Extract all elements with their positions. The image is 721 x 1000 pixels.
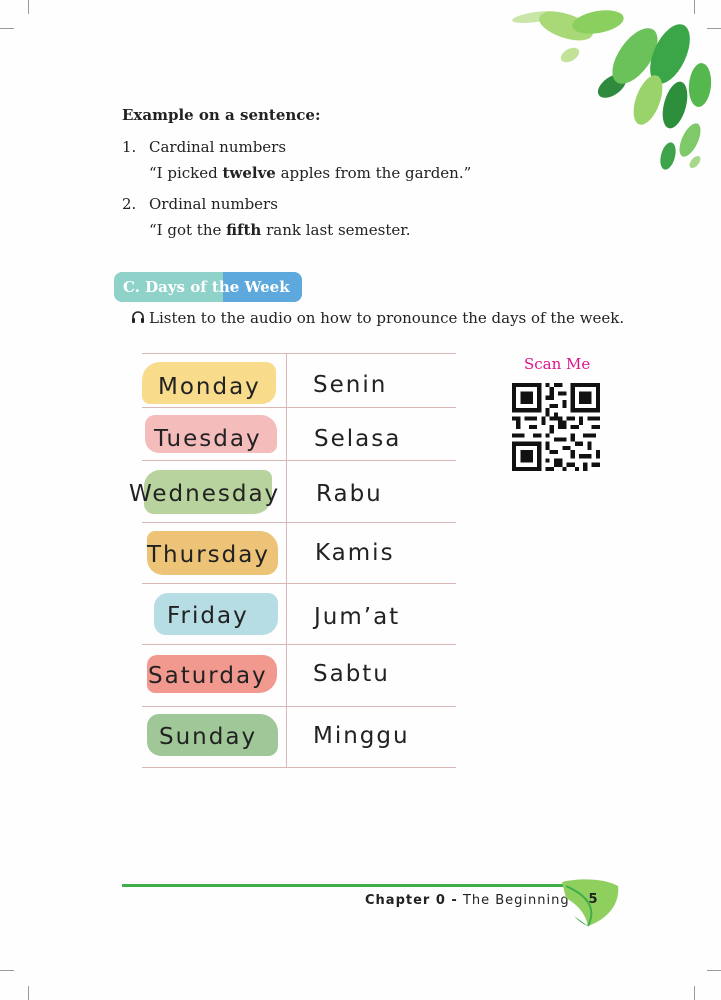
list-number: 1. (122, 138, 137, 156)
table-column-divider (286, 353, 287, 768)
sentence-highlight: twelve (222, 164, 276, 182)
day-indonesian: Senin (313, 372, 388, 398)
day-english: Sunday (159, 724, 258, 750)
chapter-title: The Beginning (457, 893, 570, 908)
days-table: Monday Senin Tuesday Selasa Wednesday Ra… (129, 353, 456, 768)
footer-divider (122, 884, 614, 887)
example-sentence: “I got the fifth rank last semester. (149, 221, 411, 239)
footer-chapter: Chapter 0 - The Beginning (365, 893, 570, 908)
section-heading: C. Days of the Week (114, 272, 302, 302)
headphones-icon (132, 311, 144, 323)
audio-instruction: Listen to the audio on how to pronounce … (131, 309, 624, 327)
day-english: Wednesday (129, 481, 281, 507)
day-english: Monday (158, 374, 261, 400)
table-divider (142, 583, 456, 584)
crop-mark (707, 970, 721, 971)
day-english: Thursday (147, 542, 270, 568)
crop-mark (28, 986, 29, 1000)
example-label: Cardinal numbers (149, 138, 287, 156)
table-divider (142, 460, 456, 461)
day-english: Tuesday (154, 426, 262, 452)
chapter-number: Chapter 0 - (365, 893, 458, 908)
example-sentence: “I picked twelve apples from the garden.… (149, 164, 471, 182)
day-indonesian: Selasa (314, 426, 402, 452)
qr-code-icon[interactable] (512, 383, 600, 471)
table-divider (142, 706, 456, 707)
day-indonesian: Rabu (316, 481, 383, 507)
sentence-text: “I picked (149, 164, 223, 182)
table-divider (142, 767, 456, 768)
audio-instruction-text: Listen to the audio on how to pronounce … (149, 309, 625, 327)
sentence-text: rank last semester. (261, 221, 411, 239)
crop-mark (694, 986, 695, 1000)
table-divider (142, 522, 456, 523)
table-divider (142, 353, 456, 354)
day-indonesian: Kamis (315, 540, 395, 566)
day-english: Friday (167, 603, 249, 629)
scan-me-label: Scan Me (524, 355, 591, 373)
day-english: Saturday (148, 663, 268, 689)
sentence-text: “I got the (149, 221, 227, 239)
table-divider (142, 407, 456, 408)
page-number: 5 (588, 892, 598, 907)
day-indonesian: Minggu (313, 723, 410, 749)
list-number: 2. (122, 195, 137, 213)
day-indonesian: Sabtu (313, 661, 390, 687)
sentence-highlight: fifth (226, 221, 262, 239)
section-title: C. Days of the Week (123, 278, 290, 296)
example-heading: Example on a sentence: (122, 106, 321, 124)
table-divider (142, 644, 456, 645)
day-indonesian: Jum’at (314, 604, 401, 630)
sentence-text: apples from the garden.” (275, 164, 472, 182)
crop-mark (0, 970, 14, 971)
example-label: Ordinal numbers (149, 195, 278, 213)
leaf-icon (512, 10, 712, 170)
